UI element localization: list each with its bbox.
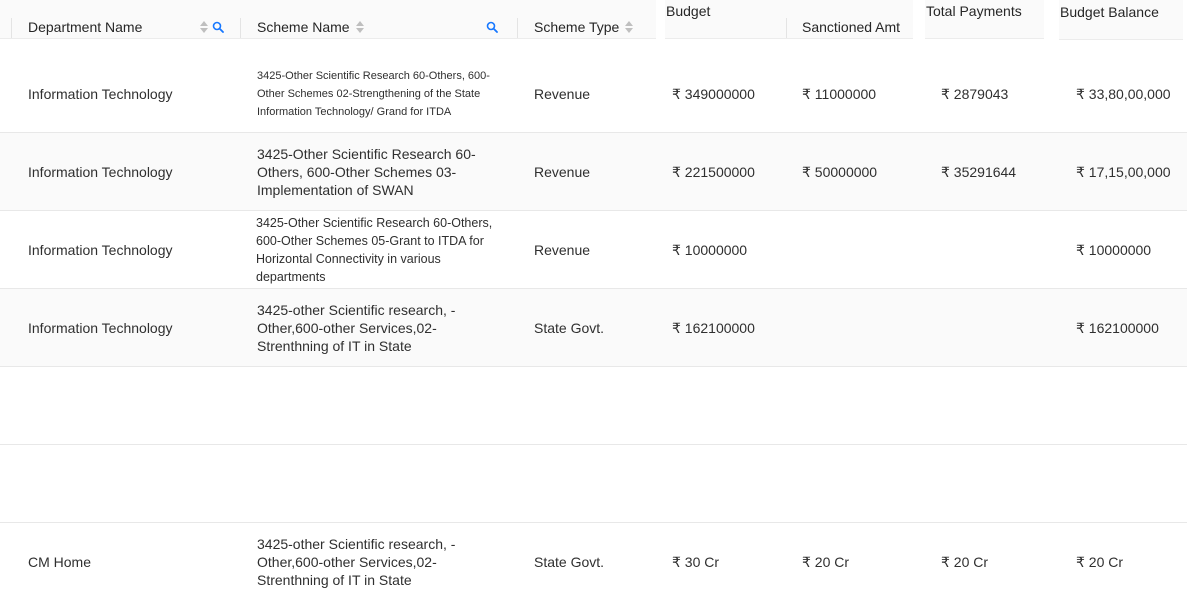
column-divider (11, 18, 12, 38)
column-header-sanctioned[interactable]: Sanctioned Amt (802, 18, 900, 36)
scheme-type-cell: Revenue (534, 164, 591, 180)
department-cell: CM Home (28, 554, 92, 570)
total-payments-cell: ₹ 35291644 (941, 163, 1017, 180)
scheme-type-cell: State Govt. (534, 554, 605, 570)
budget-cell: ₹ 10000000 (672, 241, 748, 258)
sanctioned-cell: ₹ 20 Cr (802, 553, 850, 570)
column-header-scheme-name[interactable]: Scheme Name (257, 18, 364, 36)
column-header-label: Sanctioned Amt (802, 19, 901, 35)
sort-icon[interactable] (200, 21, 208, 33)
table-row[interactable]: Information Technology 3425-other Scient… (0, 289, 1187, 367)
sort-icon[interactable] (625, 21, 634, 33)
column-header-budget[interactable]: Budget (666, 2, 710, 20)
search-icon[interactable] (212, 21, 224, 33)
scheme-name-cell: 3425-Other Scientific Research 60-Others… (257, 146, 476, 198)
sanctioned-cell: ₹ 11000000 (802, 85, 877, 102)
scheme-name-cell: 3425-Other Scientific Research 60-Others… (256, 216, 493, 284)
column-header-label: Scheme Type (534, 19, 620, 35)
column-header-label: Scheme Name (257, 19, 350, 35)
table-row[interactable]: Information Technology 3425-Other Scient… (0, 211, 1187, 289)
budget-cell: ₹ 221500000 (672, 163, 755, 180)
table-row[interactable] (0, 367, 1187, 445)
scheme-type-cell: State Govt. (534, 320, 605, 336)
column-divider (517, 18, 518, 38)
column-header-department[interactable]: Department Name (28, 18, 142, 36)
budget-balance-cell: ₹ 162100000 (1076, 319, 1159, 336)
scheme-name-cell: 3425-Other Scientific Research 60-Others… (257, 70, 490, 118)
department-cell: Information Technology (28, 320, 173, 336)
table-row[interactable] (0, 445, 1187, 523)
budget-balance-cell: ₹ 33,80,00,000 (1076, 85, 1171, 102)
sanctioned-cell: ₹ 50000000 (802, 163, 878, 180)
budget-cell: ₹ 162100000 (672, 319, 755, 336)
scheme-name-cell: 3425-other Scientific research, -Other,6… (257, 536, 456, 588)
sort-icon[interactable] (355, 21, 364, 33)
scheme-type-cell: Revenue (534, 242, 591, 258)
table-row[interactable]: Information Technology 3425-Other Scient… (0, 133, 1187, 211)
table-row[interactable]: CM Home 3425-other Scientific research, … (0, 523, 1187, 589)
column-header-total-payments[interactable]: Total Payments (926, 2, 1022, 20)
table-header: Department Name Scheme Name Scheme Type … (0, 0, 1187, 40)
column-divider (240, 18, 241, 38)
column-header-label: Budget Balance (1060, 4, 1159, 20)
column-header-label: Department Name (28, 19, 143, 35)
budget-balance-cell: ₹ 20 Cr (1076, 553, 1124, 570)
table-row[interactable]: Information Technology 3425-Other Scient… (0, 55, 1187, 133)
department-cell: Information Technology (28, 86, 173, 102)
total-payments-cell: ₹ 20 Cr (941, 553, 989, 570)
column-header-budget-balance[interactable]: Budget Balance (1060, 3, 1159, 21)
scheme-type-cell: Revenue (534, 86, 591, 102)
budget-balance-cell: ₹ 10000000 (1076, 241, 1152, 258)
department-cell: Information Technology (28, 164, 173, 180)
department-cell: Information Technology (28, 242, 173, 258)
search-icon[interactable] (486, 21, 498, 33)
total-payments-cell: ₹ 2879043 (941, 85, 1009, 102)
scheme-name-cell (257, 367, 487, 445)
budget-cell: ₹ 30 Cr (672, 553, 720, 570)
column-header-label: Budget (666, 3, 711, 19)
budget-cell: ₹ 349000000 (672, 85, 755, 102)
column-header-label: Total Payments (926, 3, 1022, 19)
column-header-scheme-type[interactable]: Scheme Type (534, 18, 634, 36)
budget-balance-cell: ₹ 17,15,00,000 (1076, 163, 1171, 180)
scheme-name-cell (257, 445, 487, 523)
scheme-name-cell: 3425-other Scientific research, -Other,6… (257, 302, 456, 354)
column-divider (786, 18, 787, 38)
